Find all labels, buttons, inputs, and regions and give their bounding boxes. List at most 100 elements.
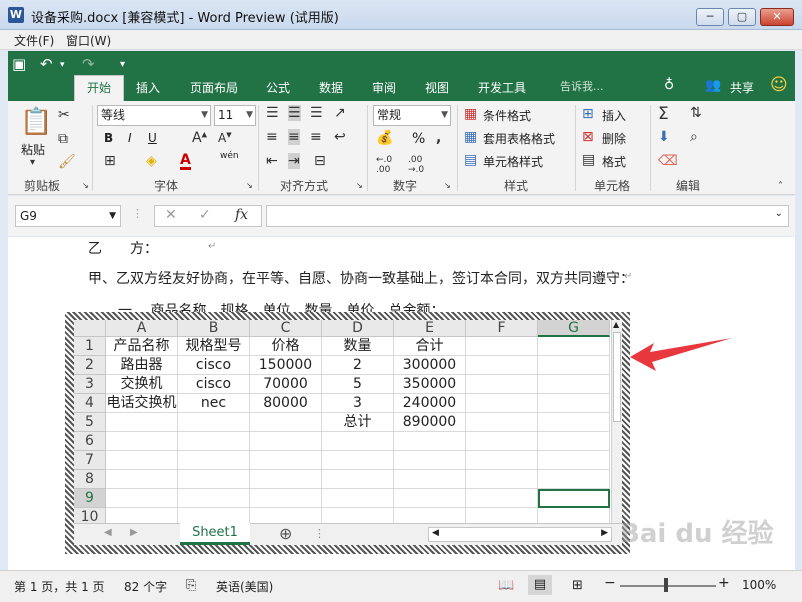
row-header[interactable]: 8 [74,470,106,489]
paste-button[interactable]: 粘贴 [21,141,45,158]
column-header[interactable]: D [322,320,394,337]
row-header[interactable]: 6 [74,432,106,451]
table-cell[interactable] [466,451,538,470]
table-cell[interactable]: 5 [322,375,394,394]
align-left-icon[interactable]: ≡ [266,129,278,145]
close-button[interactable]: ✕ [760,8,794,26]
tab-split-icon[interactable]: ⋮ [314,527,325,540]
table-cell[interactable] [106,413,178,432]
tab-data[interactable]: 数据 [319,79,343,96]
zoom-level[interactable]: 100% [742,578,776,592]
alignment-launcher-icon[interactable]: ↘ [356,181,363,190]
table-cell[interactable] [466,470,538,489]
column-header[interactable]: E [394,320,466,337]
table-cell[interactable] [394,489,466,508]
table-cell[interactable] [106,470,178,489]
vertical-scrollbar[interactable]: ▲ [611,320,622,523]
zoom-out-icon[interactable]: − [604,575,616,591]
format-as-table-icon[interactable]: ▦ [464,129,477,145]
align-right-icon[interactable]: ≡ [310,129,322,145]
underline-button[interactable]: U [148,131,157,145]
wrap-text-icon[interactable]: ↩ [334,129,346,145]
number-format-combo[interactable]: 常规 ▼ [373,105,451,126]
redo-icon[interactable]: ↷ [82,55,95,73]
customize-qat-icon[interactable]: ▾ [120,59,125,70]
table-cell[interactable] [466,413,538,432]
row-header[interactable]: 9 [74,489,106,508]
column-header[interactable]: C [250,320,322,337]
row-header[interactable]: 7 [74,451,106,470]
align-top-icon[interactable]: ☰ [266,105,279,121]
align-bottom-icon[interactable]: ☰ [310,105,323,121]
read-mode-icon[interactable]: 📖 [498,578,514,593]
zoom-in-icon[interactable]: + [718,575,730,591]
table-cell[interactable] [178,489,250,508]
maximize-button[interactable]: ▢ [728,8,756,26]
table-cell[interactable] [322,489,394,508]
horizontal-scrollbar[interactable]: ◀ ▶ [428,527,612,542]
table-cell[interactable]: 总计 [322,413,394,432]
borders-icon[interactable]: ⊞ [104,153,116,169]
comma-style-icon[interactable]: , [436,130,441,146]
table-cell[interactable]: 规格型号 [178,337,250,356]
undo-icon[interactable]: ↶ [40,55,53,73]
table-cell[interactable] [538,394,610,413]
table-cell[interactable] [250,432,322,451]
column-header[interactable]: F [466,320,538,337]
row-header[interactable]: 4 [74,394,106,413]
table-cell[interactable]: 交换机 [106,375,178,394]
conditional-format-icon[interactable]: ▦ [464,106,477,122]
increase-indent-icon[interactable]: ⇥ [288,153,300,169]
table-cell[interactable]: cisco [178,375,250,394]
enter-icon[interactable]: ✓ [199,207,211,223]
next-sheet-icon[interactable]: ▶ [130,527,138,538]
zoom-slider-thumb[interactable] [664,578,668,592]
table-cell[interactable] [250,470,322,489]
font-name-combo[interactable]: 等线 ▼ [97,105,211,126]
clipboard-launcher-icon[interactable]: ↘ [82,181,89,190]
cell-styles-icon[interactable]: ▤ [464,152,477,168]
table-cell[interactable] [538,337,610,356]
tab-insert[interactable]: 插入 [136,79,160,96]
table-cell[interactable] [538,375,610,394]
increase-decimal-icon[interactable]: ←.0.00 [376,155,392,175]
table-cell[interactable] [394,432,466,451]
decrease-decimal-icon[interactable]: .00 →.0 [408,155,424,175]
table-cell[interactable]: 2 [322,356,394,375]
percent-button[interactable]: % [412,131,425,147]
number-launcher-icon[interactable]: ↘ [444,181,451,190]
fill-color-icon[interactable]: ◈ [146,153,157,169]
row-header[interactable]: 1 [74,337,106,356]
table-cell[interactable] [250,413,322,432]
scroll-up-icon[interactable]: ▲ [613,320,619,329]
format-cells-icon[interactable]: ▤ [582,152,595,168]
cut-icon[interactable]: ✂ [58,107,70,123]
cell-styles-button[interactable]: 单元格样式 [483,153,543,170]
table-cell[interactable]: nec [178,394,250,413]
add-sheet-icon[interactable]: ⊕ [279,524,292,543]
insert-cells-button[interactable]: 插入 [602,107,626,124]
currency-icon[interactable]: 💰 [376,130,393,146]
table-cell[interactable]: 80000 [250,394,322,413]
collapse-ribbon-icon[interactable]: ˄ [778,181,783,192]
cancel-icon[interactable]: ✕ [165,207,177,223]
autosum-icon[interactable]: Σ [658,104,669,124]
expand-formula-icon[interactable]: ⌄ [775,208,783,219]
table-cell[interactable] [250,489,322,508]
table-cell[interactable] [466,356,538,375]
table-cell[interactable] [538,432,610,451]
font-launcher-icon[interactable]: ↘ [246,181,253,190]
row-header[interactable]: 3 [74,375,106,394]
bold-button[interactable]: B [104,131,113,145]
format-as-table-button[interactable]: 套用表格格式 [483,130,555,147]
paste-dropdown-icon[interactable]: ▾ [30,157,35,168]
table-cell[interactable] [322,470,394,489]
table-cell[interactable]: 150000 [250,356,322,375]
language[interactable]: 英语(美国) [216,578,273,595]
table-cell[interactable] [538,413,610,432]
delete-cells-button[interactable]: 删除 [602,130,626,147]
fill-icon[interactable]: ⬇ [658,129,670,145]
column-header[interactable]: A [106,320,178,337]
undo-dropdown-icon[interactable]: ▾ [60,60,65,70]
tab-view[interactable]: 视图 [425,79,449,96]
